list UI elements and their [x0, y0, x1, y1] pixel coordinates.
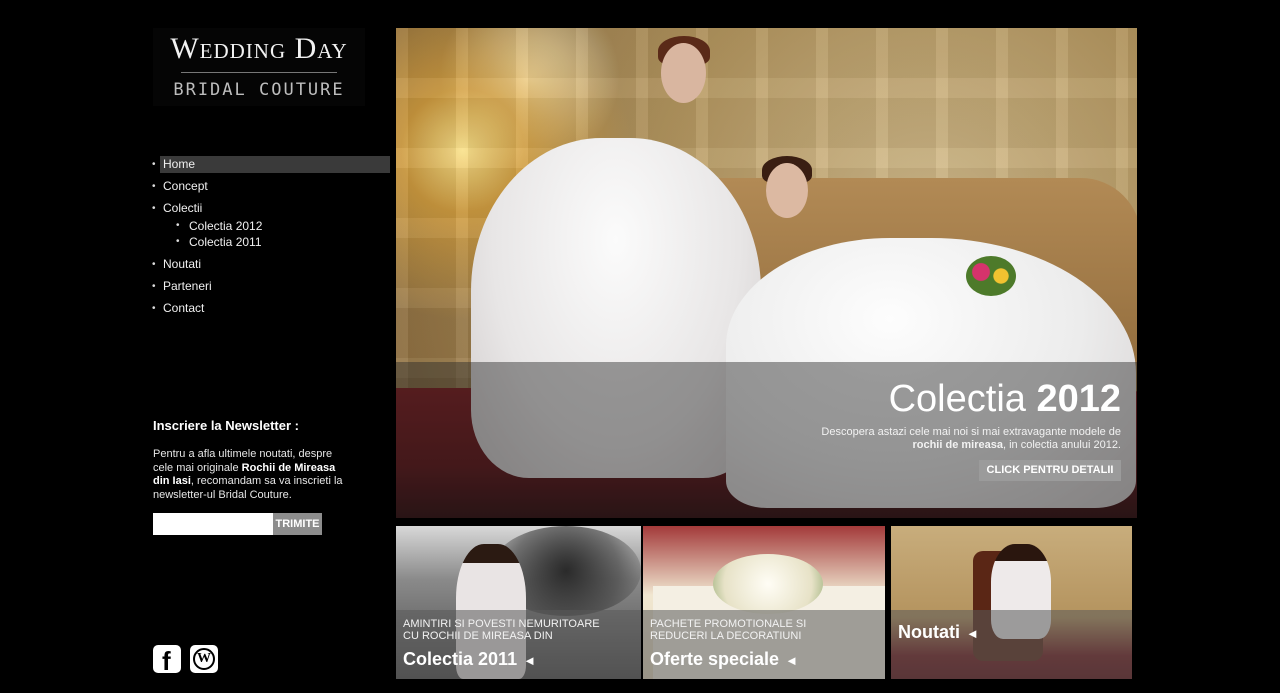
bullet-icon: • — [176, 220, 180, 231]
newsletter-email-input[interactable] — [153, 513, 273, 535]
hero-desc-bold: rochii de mireasa — [912, 439, 1003, 451]
hero-bouquet — [966, 256, 1016, 296]
tile-title[interactable]: Oferte speciale ◄ — [650, 649, 798, 670]
hero-banner[interactable]: Colectia 2012 Descopera astazi cele mai … — [396, 28, 1137, 518]
wordpress-icon[interactable]: W — [190, 645, 218, 673]
tile-oferte-speciale[interactable]: PACHETE PROMOTIONALE SI REDUCERI LA DECO… — [643, 526, 885, 679]
nav-item-label[interactable]: Concept — [160, 178, 390, 195]
facebook-glyph: f — [162, 646, 171, 676]
bullet-icon: • — [152, 181, 156, 192]
nav-subitem-label[interactable]: Colectia 2012 — [189, 218, 262, 234]
facebook-icon[interactable]: f — [153, 645, 181, 676]
hero-desc-1: Descopera astazi cele mai noi si mai ext… — [821, 426, 1121, 438]
arrow-left-icon: ◄ — [523, 653, 536, 668]
nav-item-home[interactable]: • Home — [152, 156, 390, 178]
nav-item-contact[interactable]: • Contact — [152, 300, 390, 322]
tile-title[interactable]: Noutati ◄ — [898, 622, 979, 643]
newsletter-description: Pentru a afla ultimele noutati, despre c… — [153, 448, 343, 502]
hero-details-button[interactable]: CLICK PENTRU DETALII — [979, 460, 1121, 481]
bullet-icon: • — [152, 203, 156, 214]
tile-title-text: Oferte speciale — [650, 649, 780, 669]
nav-submenu-colectii: • Colectia 2012 • Colectia 2011 — [152, 218, 390, 250]
nav-item-label[interactable]: Home — [160, 156, 390, 173]
arrow-left-icon: ◄ — [966, 626, 979, 641]
nav-subitem-label[interactable]: Colectia 2011 — [189, 234, 262, 250]
bullet-icon: • — [152, 281, 156, 292]
tile-colectia-2011[interactable]: AMINTIRI SI POVESTI NEMURITOARE CU ROCHI… — [396, 526, 641, 679]
tile-noutati[interactable]: Noutati ◄ — [891, 526, 1132, 679]
newsletter-title: Inscriere la Newsletter : — [153, 418, 299, 433]
logo-wedding-day: Wedding Day — [170, 32, 348, 65]
hero-bride-head — [766, 163, 808, 218]
tile-title-text: Noutati — [898, 622, 960, 642]
wordpress-glyph: W — [193, 648, 215, 670]
newsletter-submit-button[interactable]: TRIMITE — [273, 513, 322, 535]
tile-title[interactable]: Colectia 2011 ◄ — [403, 649, 536, 670]
logo-divider — [181, 72, 337, 73]
tile-subtitle: PACHETE PROMOTIONALE SI REDUCERI LA DECO… — [650, 618, 807, 642]
hero-bride-head — [661, 43, 706, 103]
nav-subitem-colectia-2011[interactable]: • Colectia 2011 — [152, 234, 390, 250]
hero-title-bold: 2012 — [1036, 378, 1121, 420]
main-navigation: • Home • Concept • Colectii • Colectia 2… — [152, 156, 390, 322]
hero-desc-2: , in colectia anului 2012. — [1002, 439, 1121, 451]
tile-title-text: Colectia 2011 — [403, 649, 518, 669]
hero-description: Descopera astazi cele mai noi si mai ext… — [821, 426, 1121, 452]
tile-flowers-image — [713, 554, 823, 614]
nav-item-label[interactable]: Colectii — [160, 200, 390, 217]
arrow-left-icon: ◄ — [785, 653, 798, 668]
bullet-icon: • — [176, 236, 180, 247]
nav-item-label[interactable]: Parteneri — [160, 278, 390, 295]
nav-item-parteneri[interactable]: • Parteneri — [152, 278, 390, 300]
nav-item-concept[interactable]: • Concept — [152, 178, 390, 200]
nav-subitem-colectia-2012[interactable]: • Colectia 2012 — [152, 218, 390, 234]
hero-title: Colectia 2012 — [889, 378, 1121, 421]
tile-caption-band — [891, 610, 1132, 679]
tile-subtitle: AMINTIRI SI POVESTI NEMURITOARE CU ROCHI… — [403, 618, 600, 642]
bullet-icon: • — [152, 259, 156, 270]
bullet-icon: • — [152, 159, 156, 170]
logo-bridal-couture: BRIDAL COUTURE — [173, 80, 345, 100]
logo[interactable]: Wedding Day BRIDAL COUTURE — [153, 28, 365, 106]
nav-item-label[interactable]: Contact — [160, 300, 390, 317]
nav-item-noutati[interactable]: • Noutati — [152, 256, 390, 278]
nav-item-label[interactable]: Noutati — [160, 256, 390, 273]
hero-title-regular: Colectia — [888, 378, 1037, 420]
bullet-icon: • — [152, 303, 156, 314]
